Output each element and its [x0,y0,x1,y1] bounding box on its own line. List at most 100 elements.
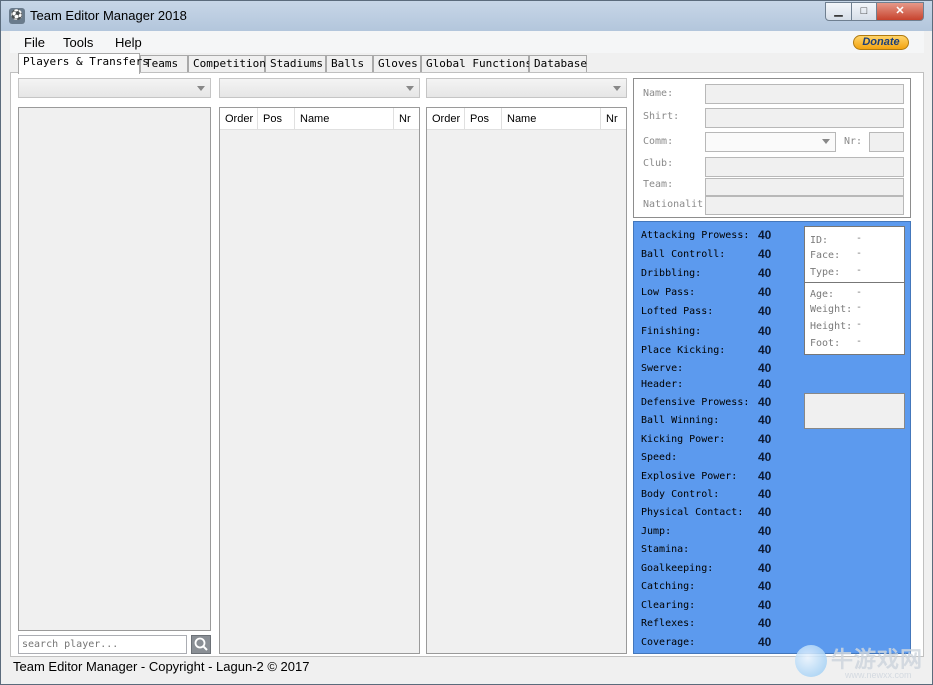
weight-value: - [856,302,863,313]
team-select-left[interactable] [219,78,420,98]
column-name[interactable]: Name [502,108,601,130]
tab-competition[interactable]: Competition [188,55,266,73]
player-id-card: ID: - Face: - Type: - Age: - Weight: - H… [804,226,905,355]
stat-label: Explosive Power: [641,471,738,482]
maximize-button[interactable]: □ [851,2,877,21]
search-player-input[interactable] [18,635,187,654]
stat-value[interactable]: 40 [758,432,771,446]
team-field[interactable] [705,178,904,196]
stat-value[interactable]: 40 [758,377,771,391]
player-face-preview [804,393,905,429]
tab-stadiums[interactable]: Stadiums [265,55,326,73]
stat-value[interactable]: 40 [758,487,771,501]
stat-value[interactable]: 40 [758,635,771,649]
stat-value[interactable]: 40 [758,304,771,318]
tab-gloves[interactable]: Gloves [373,55,421,73]
search-icon [194,637,208,651]
tab-balls[interactable]: Balls [326,55,373,73]
team-roster-right[interactable]: Order Pos Name Nr [426,107,627,654]
stat-label: Reflexes: [641,618,696,629]
column-nr[interactable]: Nr [394,108,419,130]
stat-label: Header: [641,379,684,390]
stat-label: Clearing: [641,600,696,611]
stat-label: Speed: [641,452,678,463]
title-bar: ⚽ Team Editor Manager 2018 ▁ □ ✕ [1,1,932,31]
league-select[interactable] [18,78,211,98]
stat-value[interactable]: 40 [758,395,771,409]
name-field[interactable] [705,84,904,104]
comm-select[interactable] [705,132,836,152]
column-order[interactable]: Order [220,108,258,130]
stat-value[interactable]: 40 [758,247,771,261]
stat-label: Ball Winning: [641,415,720,426]
stat-value[interactable]: 40 [758,598,771,612]
type-label: Type: [810,267,841,278]
stat-label: Stamina: [641,544,690,555]
age-label: Age: [810,289,835,300]
player-list[interactable] [18,107,211,631]
column-pos[interactable]: Pos [465,108,502,130]
weight-label: Weight: [810,304,853,315]
stat-value[interactable]: 40 [758,361,771,375]
stat-label: Swerve: [641,363,684,374]
stat-label: Physical Contact: [641,507,744,518]
age-value: - [856,287,863,298]
menu-help[interactable]: Help [115,35,142,50]
column-nr[interactable]: Nr [601,108,626,130]
donate-button[interactable]: Donate [853,35,909,50]
nationality-label: Nationalit [643,199,704,210]
stat-value[interactable]: 40 [758,524,771,538]
stat-value[interactable]: 40 [758,616,771,630]
height-label: Height: [810,321,853,332]
id-value: - [856,233,863,244]
app-window: ⚽ Team Editor Manager 2018 ▁ □ ✕ File To… [0,0,933,685]
stat-value[interactable]: 40 [758,542,771,556]
grid-header: Order Pos Name Nr [220,108,419,130]
minimize-button[interactable]: ▁ [825,2,852,21]
stat-value[interactable]: 40 [758,324,771,338]
team-roster-left[interactable]: Order Pos Name Nr [219,107,420,654]
foot-label: Foot: [810,338,841,349]
name-label: Name: [643,88,674,99]
stat-label: Defensive Prowess: [641,397,750,408]
watermark-subtext: www.newxx.com [845,670,912,680]
menu-tools[interactable]: Tools [63,35,93,50]
club-field[interactable] [705,157,904,177]
search-button[interactable] [191,635,211,654]
stat-label: Finishing: [641,326,702,337]
comm-label: Comm: [643,136,674,147]
stat-value[interactable]: 40 [758,413,771,427]
column-name[interactable]: Name [295,108,394,130]
stat-value[interactable]: 40 [758,228,771,242]
stat-label: Dribbling: [641,268,702,279]
tab-database[interactable]: Database [529,55,587,73]
stat-value[interactable]: 40 [758,343,771,357]
watermark-logo-icon [795,645,827,677]
stat-value[interactable]: 40 [758,285,771,299]
column-pos[interactable]: Pos [258,108,295,130]
nationality-field[interactable] [705,196,904,215]
stat-label: Jump: [641,526,672,537]
chevron-down-icon [822,139,830,144]
stat-value[interactable]: 40 [758,505,771,519]
nr-field[interactable] [869,132,904,152]
stat-value[interactable]: 40 [758,450,771,464]
type-value: - [856,265,863,276]
close-button[interactable]: ✕ [876,2,924,21]
tab-players-transfers[interactable]: Players & Transfers [18,53,149,74]
stat-value[interactable]: 40 [758,266,771,280]
chevron-down-icon [406,86,414,91]
tab-global-functions[interactable]: Global Functions [421,55,532,73]
team-label: Team: [643,179,674,190]
menu-file[interactable]: File [24,35,45,50]
shirt-field[interactable] [705,108,904,128]
column-order[interactable]: Order [427,108,465,130]
team-select-right[interactable] [426,78,627,98]
id-label: ID: [810,235,829,246]
stat-value[interactable]: 40 [758,469,771,483]
height-value: - [856,319,863,330]
stat-label: Attacking Prowess: [641,230,750,241]
foot-value: - [856,336,863,347]
stat-value[interactable]: 40 [758,561,771,575]
stat-value[interactable]: 40 [758,579,771,593]
